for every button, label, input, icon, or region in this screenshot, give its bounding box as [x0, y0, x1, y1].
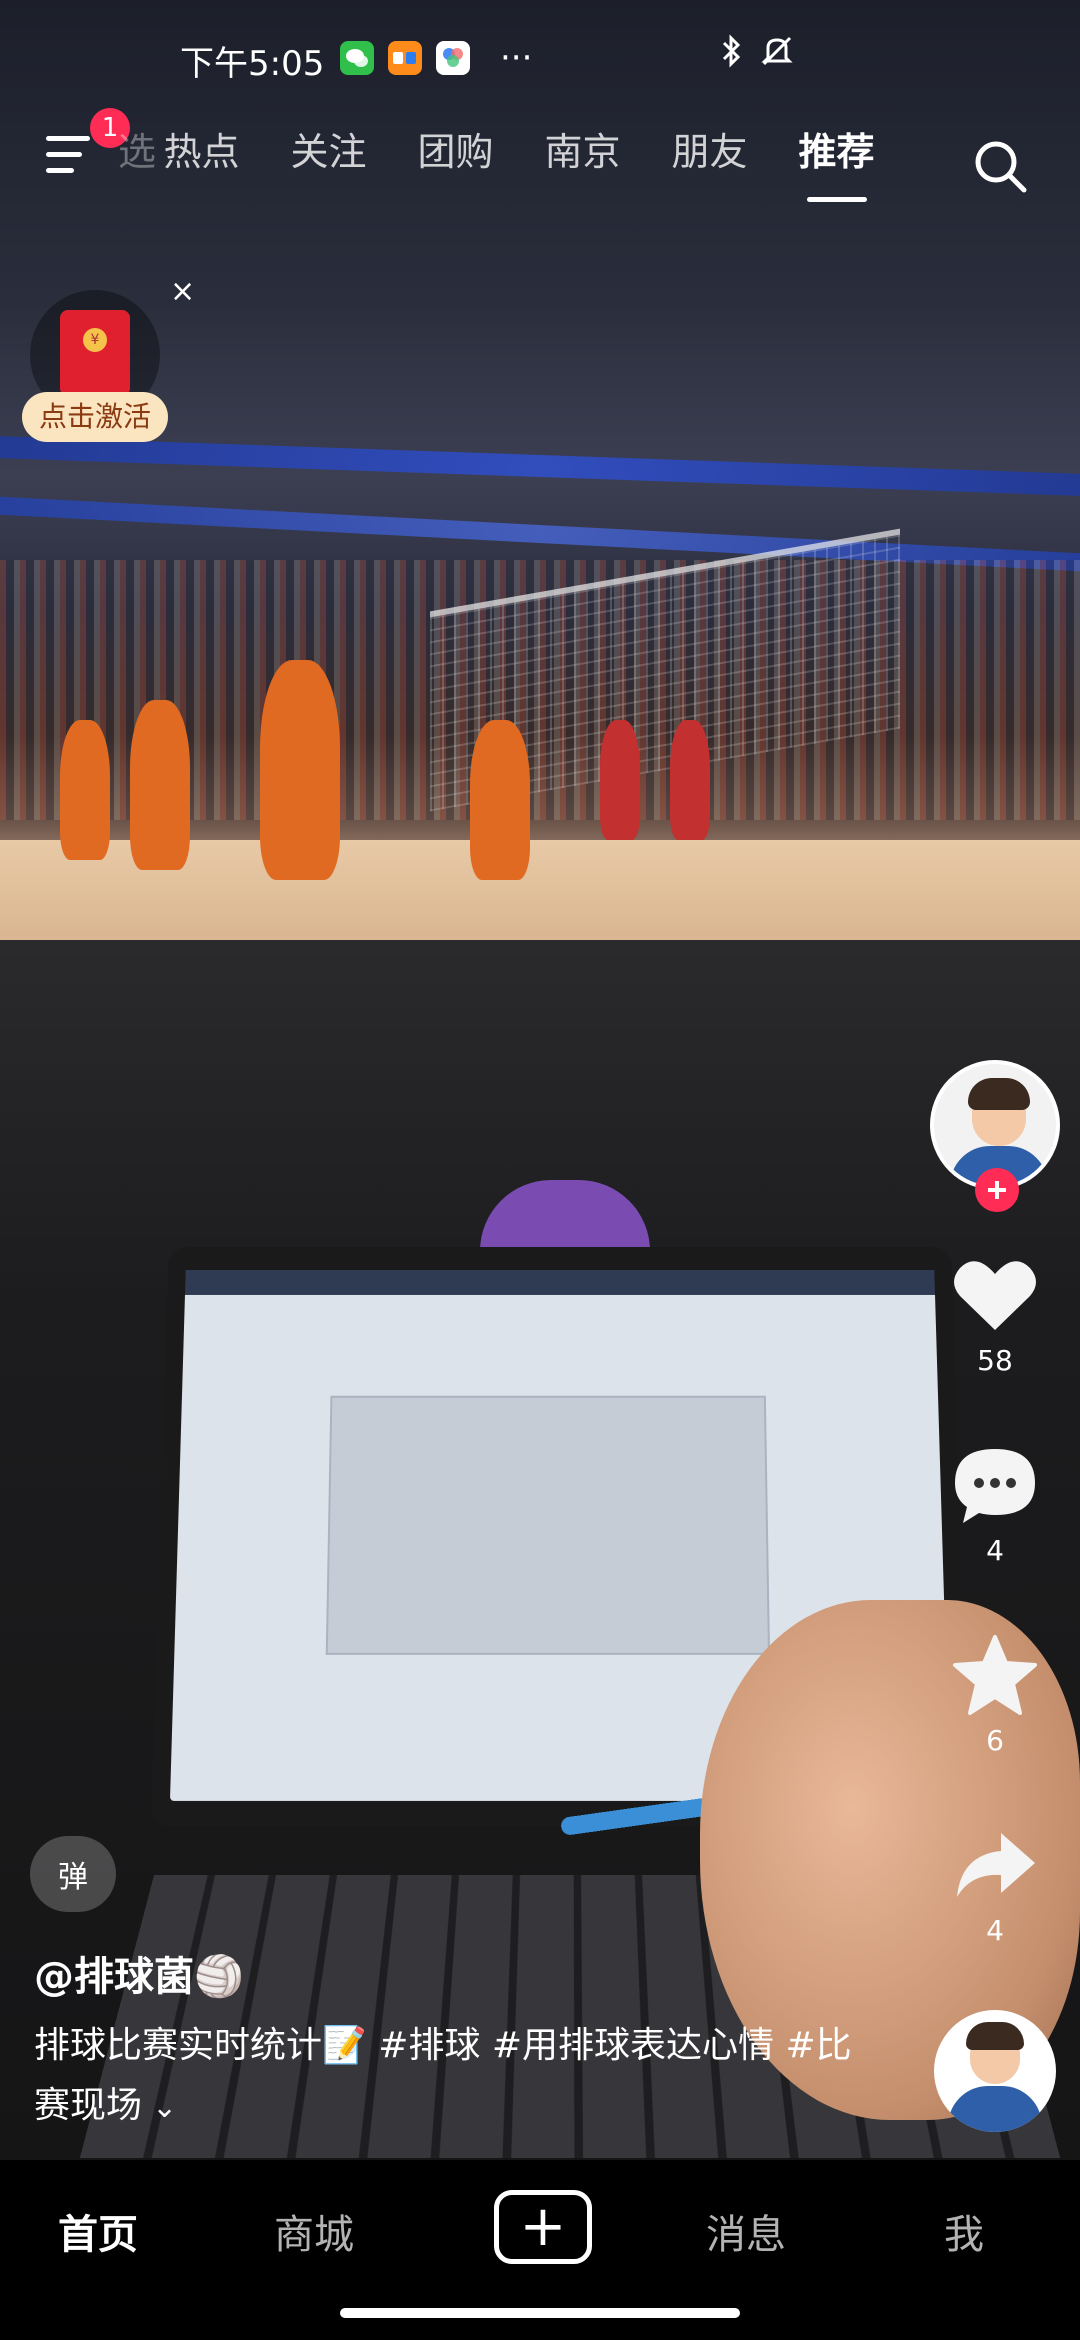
share-count: 4	[930, 1914, 1060, 1947]
player	[600, 720, 640, 840]
tab-nanjing[interactable]: 南京	[519, 120, 646, 184]
follow-button[interactable]	[975, 1168, 1019, 1212]
player	[260, 660, 340, 880]
nav-me[interactable]: 我	[944, 2202, 984, 2260]
music-disc[interactable]	[934, 2010, 1056, 2132]
post-description[interactable]: 排球比赛实时统计📝 #排球 #用排球表达心情 #比赛现场 ⌄	[34, 2016, 864, 2138]
nav-messages[interactable]: 消息	[706, 2202, 786, 2260]
nav-mall[interactable]: 商城	[274, 2202, 354, 2260]
nav-home[interactable]: 首页	[58, 2202, 138, 2260]
status-right-icons	[720, 34, 794, 77]
like-count: 58	[930, 1344, 1060, 1377]
tab-following[interactable]: 关注	[265, 120, 392, 184]
red-packet-widget[interactable]: ¥ 点击激活 ×	[22, 286, 172, 446]
58-app-icon	[388, 41, 422, 75]
comment-icon	[945, 1440, 1045, 1530]
player	[60, 720, 110, 860]
expand-icon[interactable]: ⌄	[152, 2090, 177, 2125]
status-bar: 下午5:05 ···	[0, 0, 1080, 110]
mute-icon	[760, 34, 794, 77]
post-caption: @排球菌🏐 排球比赛实时统计📝 #排球 #用排球表达心情 #比赛现场 ⌄	[34, 1944, 864, 2138]
player	[670, 720, 710, 840]
share-button[interactable]: 4	[930, 1820, 1060, 1947]
comment-button[interactable]: 4	[930, 1440, 1060, 1567]
share-icon	[945, 1820, 1045, 1910]
feed-tabs: 选 热点 关注 团购 南京 朋友 推荐	[130, 120, 900, 184]
status-app-icons: ···	[340, 38, 532, 78]
hamburger-icon-line	[46, 168, 74, 173]
red-envelope-icon: ¥	[60, 310, 130, 396]
tab-recommended[interactable]: 推荐	[773, 120, 900, 184]
author-username[interactable]: @排球菌🏐	[34, 1944, 864, 2002]
search-button[interactable]	[966, 132, 1034, 200]
bluetooth-icon	[720, 34, 744, 77]
search-icon	[966, 132, 1034, 200]
player	[130, 700, 190, 870]
status-more: ···	[500, 38, 532, 78]
favorite-button[interactable]: 6	[930, 1630, 1060, 1757]
close-icon[interactable]: ×	[170, 274, 195, 309]
plus-icon	[986, 1179, 1008, 1201]
coin-icon: ¥	[83, 328, 107, 352]
author-avatar[interactable]	[930, 1060, 1060, 1190]
like-button[interactable]: 58	[930, 1250, 1060, 1377]
tab-friends[interactable]: 朋友	[646, 120, 773, 184]
hamburger-icon	[46, 136, 90, 141]
heart-icon	[945, 1250, 1045, 1340]
top-nav: 1 选 热点 关注 团购 南京 朋友 推荐	[0, 110, 1080, 210]
wechat-icon	[340, 41, 374, 75]
bottom-nav: 首页 商城 + 消息 我	[0, 2160, 1080, 2340]
red-packet-label[interactable]: 点击激活	[22, 392, 168, 442]
menu-button[interactable]: 1	[40, 122, 100, 182]
player	[470, 720, 530, 880]
tab-hot[interactable]: 热点	[138, 120, 265, 184]
home-indicator[interactable]	[340, 2308, 740, 2318]
status-time: 下午5:05	[180, 36, 324, 85]
photos-app-icon	[436, 41, 470, 75]
plus-icon: +	[520, 2199, 567, 2255]
comment-count: 4	[930, 1534, 1060, 1567]
favorite-count: 6	[930, 1724, 1060, 1757]
danmaku-toggle[interactable]: 弹	[30, 1836, 116, 1912]
tab-group-buy[interactable]: 团购	[392, 120, 519, 184]
star-icon	[945, 1630, 1045, 1720]
create-button[interactable]: +	[494, 2190, 592, 2264]
hamburger-icon-line	[46, 152, 82, 157]
